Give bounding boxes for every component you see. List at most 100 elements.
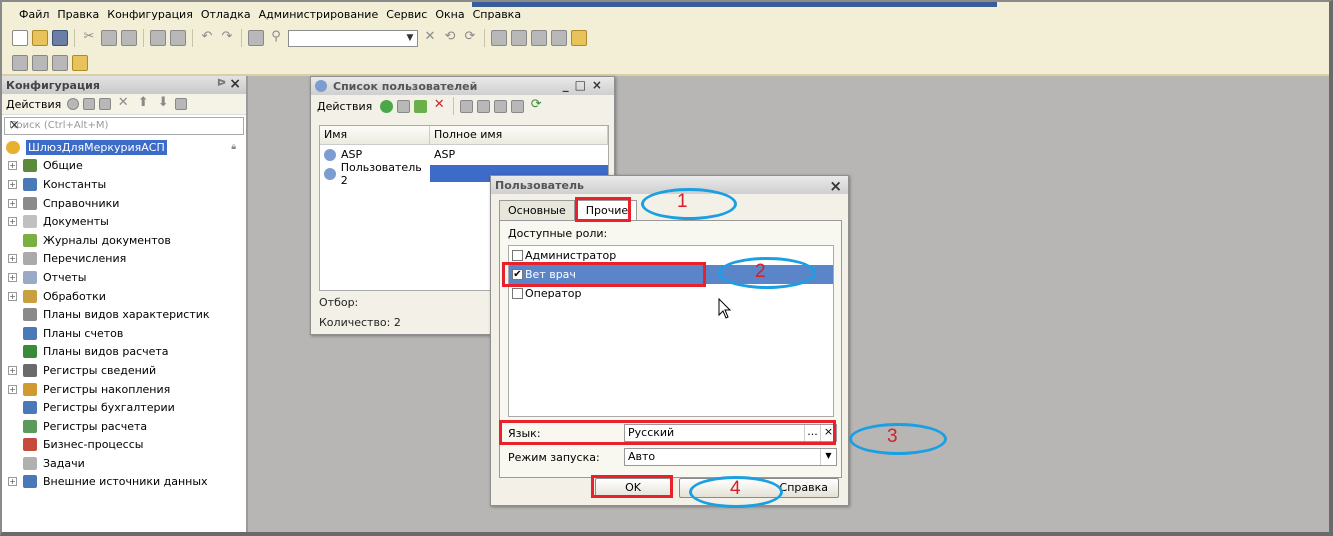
expand-icon[interactable]: +: [8, 179, 17, 189]
expand-icon[interactable]: +: [8, 384, 17, 394]
find-next-icon[interactable]: ⟲: [442, 30, 458, 46]
tab-main[interactable]: Основные: [499, 200, 575, 220]
expand-icon[interactable]: +: [8, 198, 17, 208]
filter-list-icon[interactable]: [477, 99, 491, 113]
column-header-fullname[interactable]: Полное имя: [430, 126, 608, 144]
info-icon[interactable]: [571, 30, 587, 46]
menu-debug[interactable]: Отладка: [197, 8, 255, 21]
main-toolbar: ✂ ↶ ↷ ⚲ ▼ ✕ ⟲ ⟳: [2, 26, 1329, 50]
template-icon[interactable]: [551, 30, 567, 46]
launch-mode-select[interactable]: Авто ▼: [624, 448, 837, 466]
tree-root[interactable]: ШлюзДляМеркурияАСП 🔒︎: [2, 138, 246, 157]
syntax-helper-icon[interactable]: [531, 30, 547, 46]
find-icon[interactable]: [248, 30, 264, 46]
menu-configuration[interactable]: Конфигурация: [103, 8, 197, 21]
expand-icon[interactable]: +: [8, 477, 17, 487]
filter-icon[interactable]: [460, 99, 474, 113]
sort-icon[interactable]: [494, 99, 508, 113]
config-icon[interactable]: [12, 55, 28, 71]
add-icon[interactable]: [67, 98, 80, 110]
menu-service[interactable]: Сервис: [382, 8, 431, 21]
panel-title: Конфигурация ᐅ ×: [2, 76, 246, 94]
tree-item[interactable]: Планы видов расчета: [2, 343, 246, 362]
marker-ellipse-1: [641, 188, 737, 220]
role-checkbox[interactable]: [512, 288, 523, 299]
clear-icon[interactable]: ✕: [422, 30, 438, 46]
panel-actions-bar: Действия ✕ ⬆ ⬇: [2, 94, 246, 115]
edit-icon[interactable]: [83, 98, 96, 110]
paste-icon[interactable]: [121, 30, 137, 46]
move-up-icon[interactable]: ⬆: [135, 96, 151, 112]
preview-icon[interactable]: [170, 30, 186, 46]
window-icon[interactable]: [491, 30, 507, 46]
expand-icon[interactable]: +: [8, 365, 17, 375]
search-input[interactable]: Поиск (Ctrl+Alt+M) ×: [4, 117, 244, 135]
chevron-down-icon[interactable]: ▼: [820, 449, 836, 465]
save-icon[interactable]: [52, 30, 68, 46]
cut-icon[interactable]: ✂: [81, 30, 97, 46]
print-icon[interactable]: [150, 30, 166, 46]
tree-item[interactable]: + Обработки: [2, 287, 246, 306]
tree-item[interactable]: Планы видов характеристик: [2, 305, 246, 324]
expand-icon[interactable]: +: [8, 254, 17, 264]
delete-icon[interactable]: ✕: [115, 96, 131, 112]
find-prev-icon[interactable]: ⟳: [462, 30, 478, 46]
copy-icon[interactable]: [397, 99, 411, 113]
tree-item[interactable]: + Регистры сведений: [2, 361, 246, 380]
close-icon[interactable]: ×: [229, 76, 241, 92]
new-document-icon[interactable]: [12, 30, 28, 46]
tools-icon[interactable]: [511, 30, 527, 46]
open-folder-icon[interactable]: [32, 30, 48, 46]
add-icon[interactable]: [380, 99, 394, 113]
tree-item[interactable]: + Внешние источники данных: [2, 473, 246, 492]
role-checkbox[interactable]: [512, 250, 523, 261]
search-icon[interactable]: ⚲: [268, 30, 284, 46]
redo-icon[interactable]: ↷: [219, 30, 235, 46]
copy-icon[interactable]: [101, 30, 117, 46]
tree-item[interactable]: + Отчеты: [2, 268, 246, 287]
tree-item[interactable]: + Общие: [2, 157, 246, 176]
tree-item[interactable]: Регистры расчета: [2, 417, 246, 436]
actions-menu[interactable]: Действия: [317, 100, 372, 113]
clear-search-icon[interactable]: ×: [9, 118, 239, 133]
menu-windows[interactable]: Окна: [431, 8, 468, 21]
move-down-icon[interactable]: ⬇: [155, 96, 171, 112]
menu-administration[interactable]: Администрирование: [255, 8, 383, 21]
expand-icon[interactable]: +: [8, 272, 17, 282]
expand-icon[interactable]: +: [8, 217, 17, 227]
menu-edit[interactable]: Правка: [53, 8, 103, 21]
tree-item[interactable]: + Документы: [2, 212, 246, 231]
tree-item[interactable]: Задачи: [2, 454, 246, 473]
compare-icon[interactable]: [52, 55, 68, 71]
chevron-down-icon[interactable]: ▼: [403, 31, 417, 46]
properties-icon[interactable]: [175, 98, 188, 110]
column-header-name[interactable]: Имя: [320, 126, 430, 144]
tree-item[interactable]: + Перечисления: [2, 250, 246, 269]
menu-help[interactable]: Справка: [469, 8, 525, 21]
menu-bar: Файл Правка Конфигурация Отладка Админис…: [2, 4, 1329, 25]
tree-item[interactable]: + Константы: [2, 175, 246, 194]
tree-item[interactable]: + Справочники: [2, 194, 246, 213]
tree-item-icon: [23, 252, 37, 266]
tree-item[interactable]: Журналы документов: [2, 231, 246, 250]
actions-menu[interactable]: Действия: [6, 98, 61, 111]
run-icon[interactable]: [72, 55, 88, 71]
tree-item[interactable]: Бизнес-процессы: [2, 436, 246, 455]
database-icon[interactable]: [32, 55, 48, 71]
edit-icon[interactable]: [414, 99, 428, 113]
search-combo[interactable]: ▼: [288, 29, 418, 47]
refresh-icon[interactable]: ⟳: [528, 98, 544, 114]
expand-icon[interactable]: +: [8, 161, 17, 171]
delete-icon[interactable]: ✕: [431, 98, 447, 114]
expand-icon[interactable]: +: [8, 291, 17, 301]
pin-icon[interactable]: ᐅ: [217, 78, 226, 89]
window-controls[interactable]: _□×: [563, 78, 608, 92]
tree-item[interactable]: Планы счетов: [2, 324, 246, 343]
tree-item[interactable]: Регистры бухгалтерии: [2, 398, 246, 417]
copy-icon[interactable]: [99, 98, 112, 110]
clear-filter-icon[interactable]: [511, 99, 525, 113]
menu-file[interactable]: Файл: [15, 8, 53, 21]
close-icon[interactable]: ×: [829, 177, 842, 195]
tree-item[interactable]: + Регистры накопления: [2, 380, 246, 399]
undo-icon[interactable]: ↶: [199, 30, 215, 46]
